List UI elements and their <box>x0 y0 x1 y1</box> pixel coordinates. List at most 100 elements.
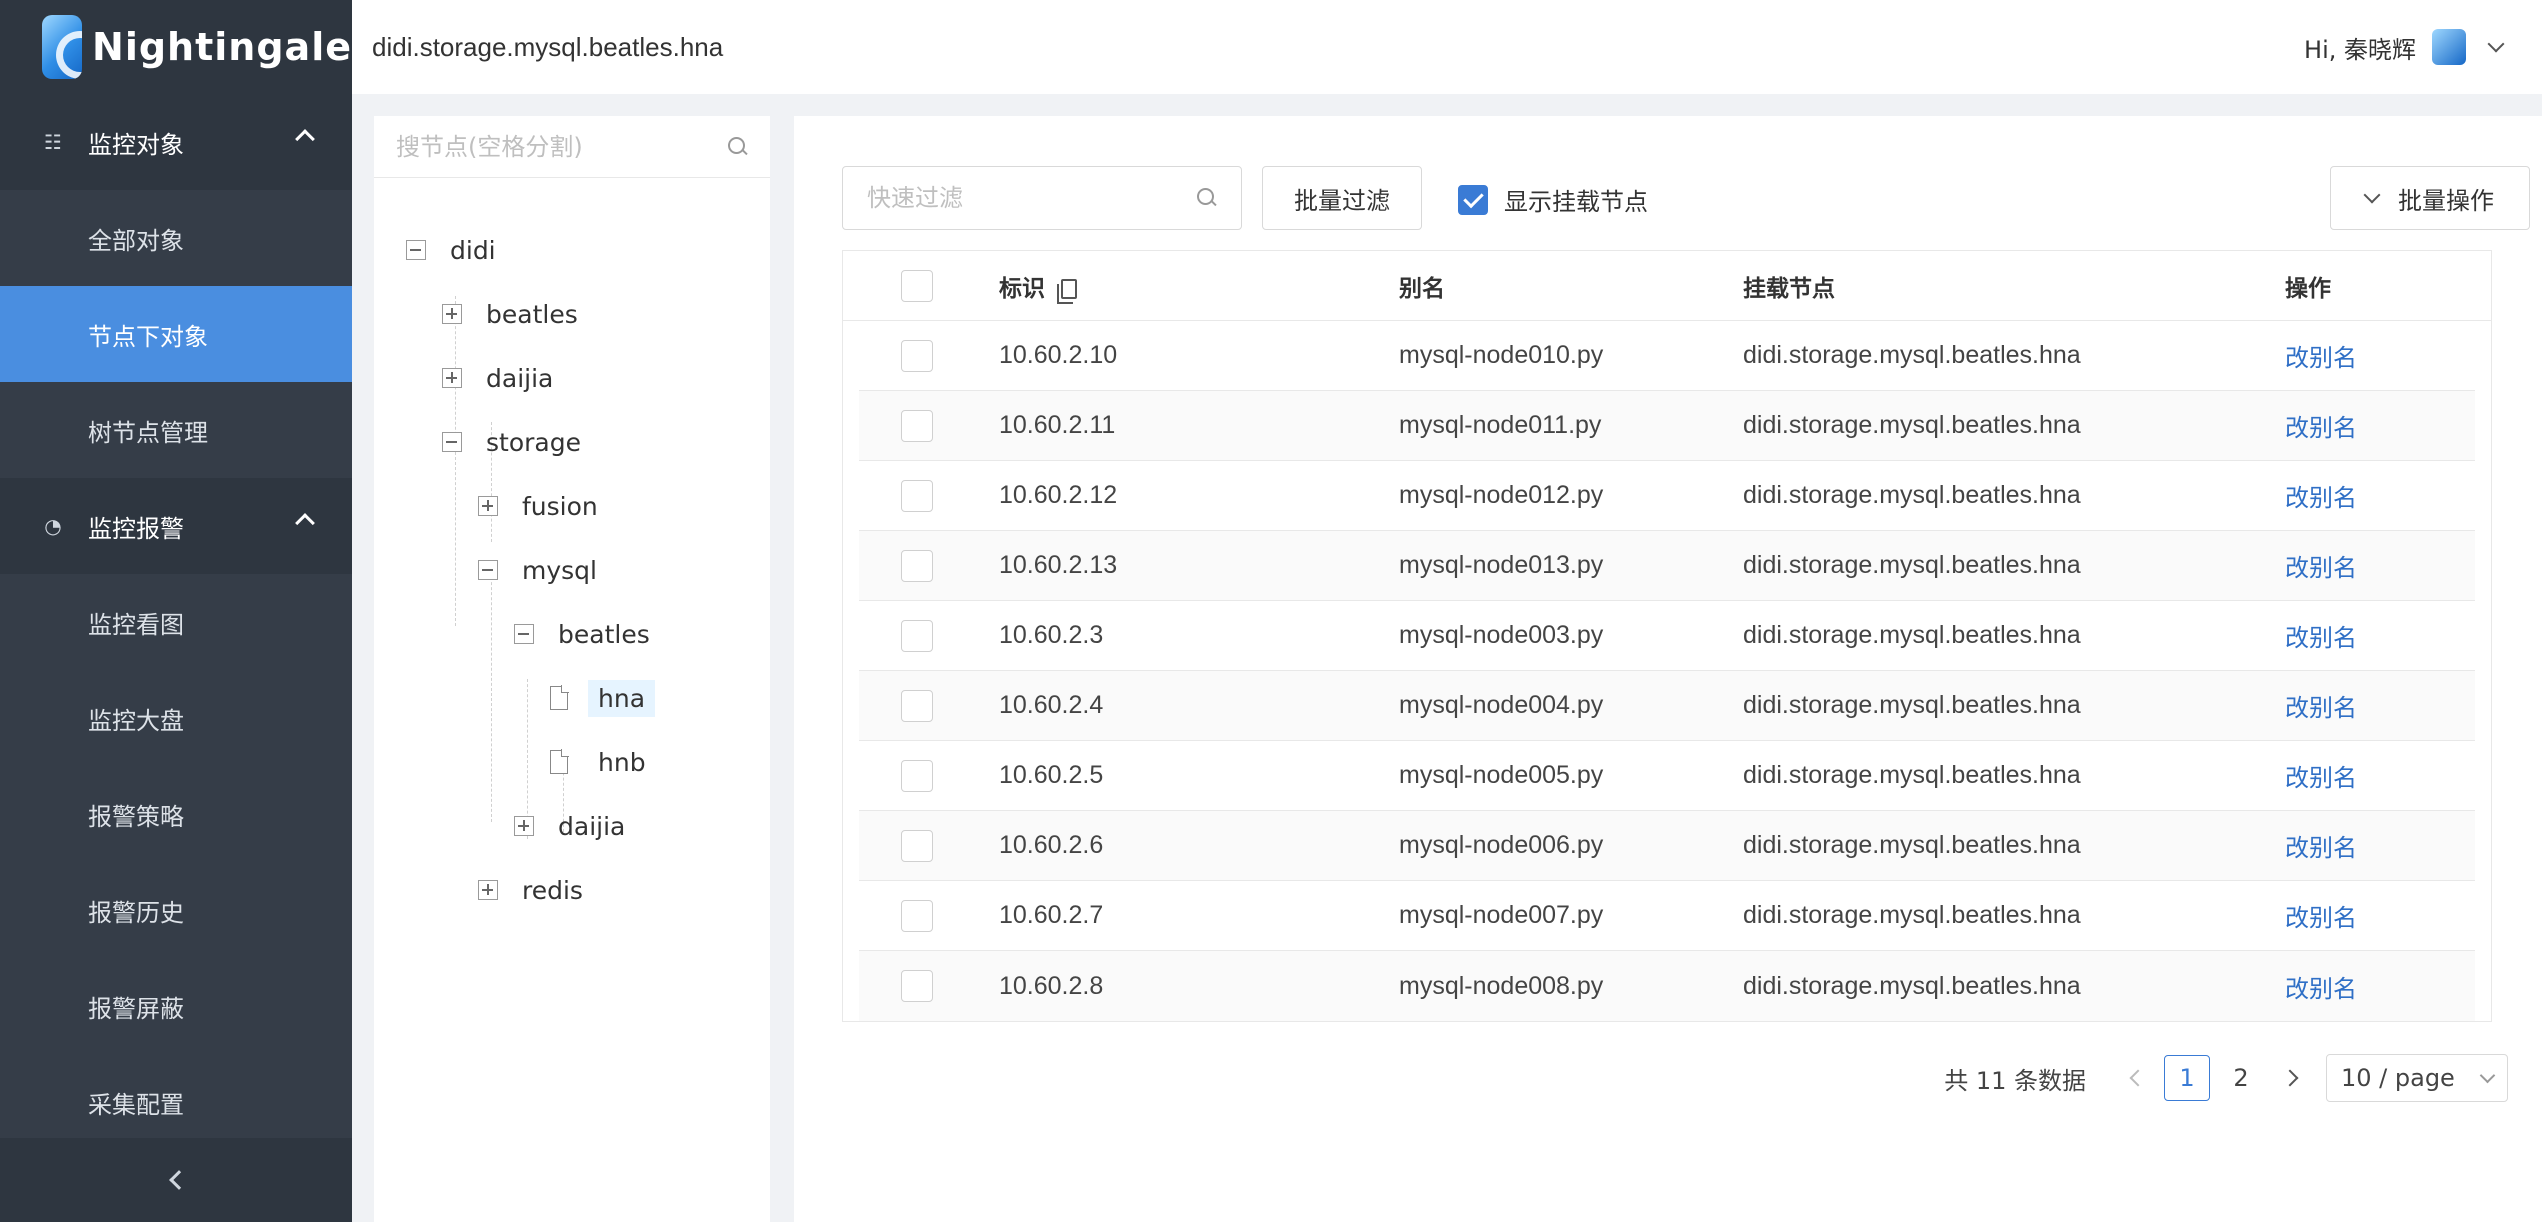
rename-alias-link[interactable]: 改别名 <box>2285 338 2465 373</box>
tree-node-label[interactable]: didi <box>440 232 506 269</box>
menu-item-node-objects[interactable]: 节点下对象 <box>0 286 352 382</box>
rename-alias-link[interactable]: 改别名 <box>2285 478 2465 513</box>
rename-alias-link[interactable]: 改别名 <box>2285 969 2465 1004</box>
row-checkbox[interactable] <box>901 479 933 512</box>
chevron-right-icon[interactable] <box>2281 1069 2299 1087</box>
menu-group-monitor-objects[interactable]: ☷ 监控对象 <box>0 94 352 190</box>
pagination: 共 11 条数据 1 2 10 / page <box>1944 1054 2508 1102</box>
user-greeting: Hi, 秦晓辉 <box>2304 35 2416 64</box>
rename-alias-link[interactable]: 改别名 <box>2285 898 2465 933</box>
sidebar-collapse-button[interactable] <box>0 1138 352 1222</box>
menu-item-monitor-graphs[interactable]: 监控看图 <box>0 574 352 670</box>
logo[interactable]: Nightingale <box>0 0 352 94</box>
rename-alias-link[interactable]: 改别名 <box>2285 618 2465 653</box>
select-all-checkbox[interactable] <box>901 269 933 302</box>
tree-node[interactable]: redis <box>478 868 593 912</box>
tree-node[interactable]: beatles <box>442 292 588 336</box>
tree-search-input[interactable] <box>396 132 716 161</box>
tree-node[interactable]: hnb <box>550 740 656 784</box>
expand-icon[interactable] <box>514 816 534 836</box>
cell-alias: mysql-node012.py <box>1399 481 1604 509</box>
nightingale-logo-icon <box>42 15 83 79</box>
breadcrumb: didi.storage.mysql.beatles.hna <box>372 31 724 62</box>
row-checkbox[interactable] <box>901 689 933 722</box>
menu-item-dashboards[interactable]: 监控大盘 <box>0 670 352 766</box>
page-2-button[interactable]: 2 <box>2218 1055 2264 1101</box>
file-icon <box>550 749 569 774</box>
menu-item-tree-management[interactable]: 树节点管理 <box>0 382 352 478</box>
tree-node[interactable]: daijia <box>442 356 563 400</box>
search-icon[interactable] <box>1197 188 1217 208</box>
rename-alias-link[interactable]: 改别名 <box>2285 408 2465 443</box>
copy-icon[interactable] <box>1057 279 1077 304</box>
cell-id: 10.60.2.11 <box>999 411 1116 439</box>
table-row: 10.60.2.7 mysql-node007.py didi.storage.my… <box>859 881 2475 951</box>
expand-icon[interactable] <box>478 496 498 516</box>
menu-group-monitor-alerts[interactable]: ◔ 监控报警 <box>0 478 352 574</box>
row-checkbox[interactable] <box>901 549 933 582</box>
tree-node[interactable]: fusion <box>478 484 608 528</box>
collapse-icon[interactable] <box>514 624 534 644</box>
cell-mount: didi.storage.mysql.beatles.hna <box>1743 481 2081 509</box>
tree-node-label[interactable]: hnb <box>588 744 656 781</box>
user-menu[interactable]: Hi, 秦晓辉 <box>2304 29 2505 65</box>
rename-alias-link[interactable]: 改别名 <box>2285 828 2465 863</box>
tree-node[interactable]: beatles <box>514 612 660 656</box>
row-checkbox[interactable] <box>901 829 933 862</box>
tree-node-label[interactable]: storage <box>476 424 591 461</box>
cell-id: 10.60.2.8 <box>999 971 1104 1000</box>
row-checkbox[interactable] <box>901 759 933 792</box>
file-icon <box>550 685 569 710</box>
table-row: 10.60.2.6 mysql-node006.py didi.storage.my… <box>859 811 2475 881</box>
avatar <box>2432 29 2466 65</box>
row-checkbox[interactable] <box>901 899 933 932</box>
tree-node-label[interactable]: beatles <box>548 616 660 653</box>
tree-node[interactable]: mysql <box>478 548 607 592</box>
quick-filter-input[interactable] <box>867 184 1167 212</box>
row-checkbox[interactable] <box>901 339 933 372</box>
tree-node[interactable]: didi <box>406 228 506 272</box>
tree-node[interactable]: hna <box>550 676 656 720</box>
menu-item-alert-mute[interactable]: 报警屏蔽 <box>0 958 352 1054</box>
cell-id: 10.60.2.7 <box>999 901 1104 929</box>
tree-node-label[interactable]: daijia <box>476 360 563 397</box>
hierarchy-icon: ☷ <box>44 130 62 154</box>
tree-node-label[interactable]: hna <box>588 679 656 717</box>
menu-item-alert-policies[interactable]: 报警策略 <box>0 766 352 862</box>
chevron-up-icon <box>295 513 315 533</box>
row-checkbox[interactable] <box>901 619 933 652</box>
rename-alias-link[interactable]: 改别名 <box>2285 758 2465 793</box>
tree-node-label[interactable]: beatles <box>476 296 588 333</box>
chevron-left-icon[interactable] <box>2129 1069 2147 1087</box>
expand-icon[interactable] <box>478 880 498 900</box>
collapse-icon[interactable] <box>406 240 426 260</box>
expand-icon[interactable] <box>442 368 462 388</box>
menu-item-collect-config[interactable]: 采集配置 <box>0 1054 352 1150</box>
tree-node[interactable]: storage <box>442 420 591 464</box>
expand-icon[interactable] <box>442 304 462 324</box>
row-checkbox[interactable] <box>901 970 933 1002</box>
cell-mount: didi.storage.mysql.beatles.hna <box>1743 761 2081 789</box>
show-mount-checkbox[interactable]: 显示挂载节点 <box>1442 182 1648 217</box>
menu-item-alert-history[interactable]: 报警历史 <box>0 862 352 958</box>
tree-node-label[interactable]: daijia <box>548 808 635 845</box>
checkbox-checked[interactable] <box>1458 184 1488 215</box>
tree-node[interactable]: daijia <box>514 804 635 848</box>
collapse-icon[interactable] <box>442 432 462 452</box>
tree-node-label[interactable]: mysql <box>512 552 607 589</box>
page-size-select[interactable]: 10 / page <box>2326 1054 2508 1102</box>
tree-node-label[interactable]: redis <box>512 872 593 909</box>
row-checkbox[interactable] <box>901 409 933 442</box>
cell-alias: mysql-node006.py <box>1399 831 1604 859</box>
rename-alias-link[interactable]: 改别名 <box>2285 688 2465 723</box>
batch-filter-button[interactable]: 批量过滤 <box>1262 166 1422 230</box>
cell-mount: didi.storage.mysql.beatles.hna <box>1743 621 2081 649</box>
tree-node-label[interactable]: fusion <box>512 488 608 525</box>
batch-operation-button[interactable]: 批量操作 <box>2330 166 2530 230</box>
search-icon[interactable] <box>728 136 748 157</box>
menu-item-all-objects[interactable]: 全部对象 <box>0 190 352 286</box>
chevron-down-icon <box>2487 35 2505 53</box>
rename-alias-link[interactable]: 改别名 <box>2285 548 2465 583</box>
collapse-icon[interactable] <box>478 560 498 580</box>
page-1-button[interactable]: 1 <box>2164 1055 2210 1101</box>
